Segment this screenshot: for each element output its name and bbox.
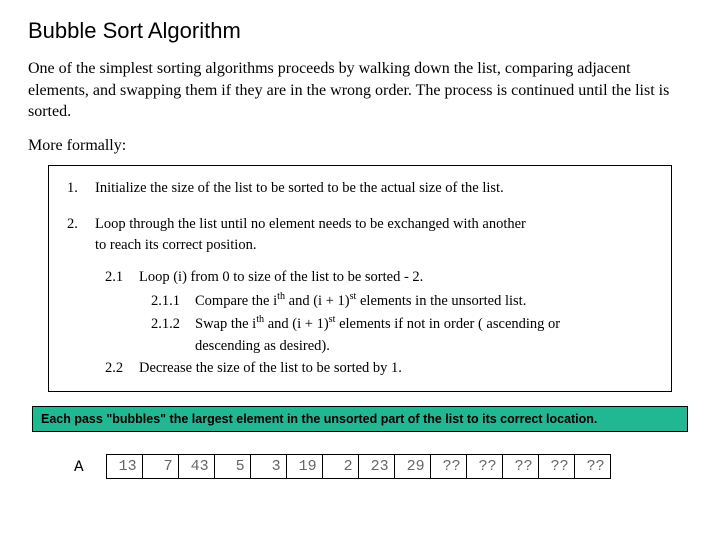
step-text: Initialize the size of the list to be so… [95, 180, 504, 196]
array-cell: ?? [502, 455, 538, 479]
step-2-2: 2.2Decrease the size of the list to be s… [105, 358, 653, 380]
step-num: 1. [67, 178, 95, 200]
array-cell: ?? [430, 455, 466, 479]
step-text: Decrease the size of the list to be sort… [139, 360, 402, 376]
array-cell: ?? [538, 455, 574, 479]
step-2: 2.Loop through the list until no element… [67, 214, 653, 258]
step-num: 2.1.1 [151, 291, 195, 313]
highlight-callout: Each pass "bubbles" the largest element … [32, 406, 688, 432]
array-cell: 5 [214, 455, 250, 479]
step-text: Loop through the list until no element n… [95, 216, 526, 232]
more-formally-label: More formally: [28, 137, 692, 155]
step-2-1: 2.1Loop (i) from 0 to size of the list t… [105, 267, 653, 289]
step-2-1-1: 2.1.1Compare the ith and (i + 1)st eleme… [151, 289, 653, 313]
array-cell: ?? [574, 455, 610, 479]
array-cell: 2 [322, 455, 358, 479]
step-1: 1.Initialize the size of the list to be … [67, 178, 653, 200]
array-display: A 13743531922329?????????? [74, 454, 692, 479]
step-num: 2.1 [105, 267, 139, 289]
array-cell: 23 [358, 455, 394, 479]
array-cell: 3 [250, 455, 286, 479]
intro-paragraph: One of the simplest sorting algorithms p… [28, 58, 692, 123]
steps-box: 1.Initialize the size of the list to be … [48, 165, 672, 393]
step-num: 2. [67, 214, 95, 236]
step-text: Swap the ith and (i + 1)st elements if n… [195, 316, 560, 332]
step-2-1-2-cont: descending as desired). [195, 336, 653, 358]
step-text-cont: to reach its correct position. [95, 235, 653, 257]
array-cell: 43 [178, 455, 214, 479]
step-num: 2.1.2 [151, 314, 195, 336]
step-text: Compare the ith and (i + 1)st elements i… [195, 293, 526, 309]
array-cell: 19 [286, 455, 322, 479]
step-2-1-2: 2.1.2Swap the ith and (i + 1)st elements… [151, 312, 653, 336]
array-label: A [74, 458, 84, 476]
page-title: Bubble Sort Algorithm [28, 18, 692, 44]
array-cell: ?? [466, 455, 502, 479]
array-table: 13743531922329?????????? [106, 454, 611, 479]
step-text: Loop (i) from 0 to size of the list to b… [139, 269, 423, 285]
array-cell: 13 [106, 455, 142, 479]
array-cell: 29 [394, 455, 430, 479]
step-num: 2.2 [105, 358, 139, 380]
array-cell: 7 [142, 455, 178, 479]
